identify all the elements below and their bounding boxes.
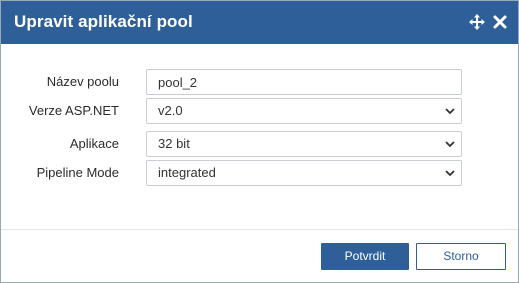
chevron-down-icon bbox=[445, 108, 455, 115]
row-aspnet-version: Verze ASP.NET v2.0 bbox=[1, 98, 518, 124]
confirm-button[interactable]: Potvrdit bbox=[321, 243, 409, 270]
aspnet-version-value: v2.0 bbox=[158, 103, 183, 118]
move-icon[interactable] bbox=[469, 14, 485, 30]
edit-app-pool-dialog: Upravit aplikační pool Název poolu Verze… bbox=[0, 0, 519, 283]
footer-divider bbox=[1, 229, 518, 230]
dialog-titlebar[interactable]: Upravit aplikační pool bbox=[1, 1, 518, 44]
aspnet-version-select[interactable]: v2.0 bbox=[146, 98, 462, 124]
cancel-button[interactable]: Storno bbox=[416, 243, 506, 270]
pipeline-mode-label: Pipeline Mode bbox=[36, 165, 119, 180]
pool-name-label: Název poolu bbox=[46, 74, 119, 89]
pool-name-input[interactable] bbox=[146, 69, 462, 95]
application-select[interactable]: 32 bit bbox=[146, 131, 462, 157]
pipeline-mode-select[interactable]: integrated bbox=[146, 160, 462, 186]
row-application: Aplikace 32 bit bbox=[1, 131, 518, 157]
dialog-title: Upravit aplikační pool bbox=[14, 12, 193, 31]
application-label: Aplikace bbox=[69, 136, 119, 151]
application-value: 32 bit bbox=[158, 136, 190, 151]
aspnet-version-label: Verze ASP.NET bbox=[28, 103, 119, 118]
pipeline-mode-value: integrated bbox=[158, 165, 216, 180]
row-pipeline-mode: Pipeline Mode integrated bbox=[1, 160, 518, 186]
chevron-down-icon bbox=[445, 141, 455, 148]
chevron-down-icon bbox=[445, 170, 455, 177]
row-pool-name: Název poolu bbox=[1, 69, 518, 95]
close-icon[interactable] bbox=[492, 14, 508, 30]
